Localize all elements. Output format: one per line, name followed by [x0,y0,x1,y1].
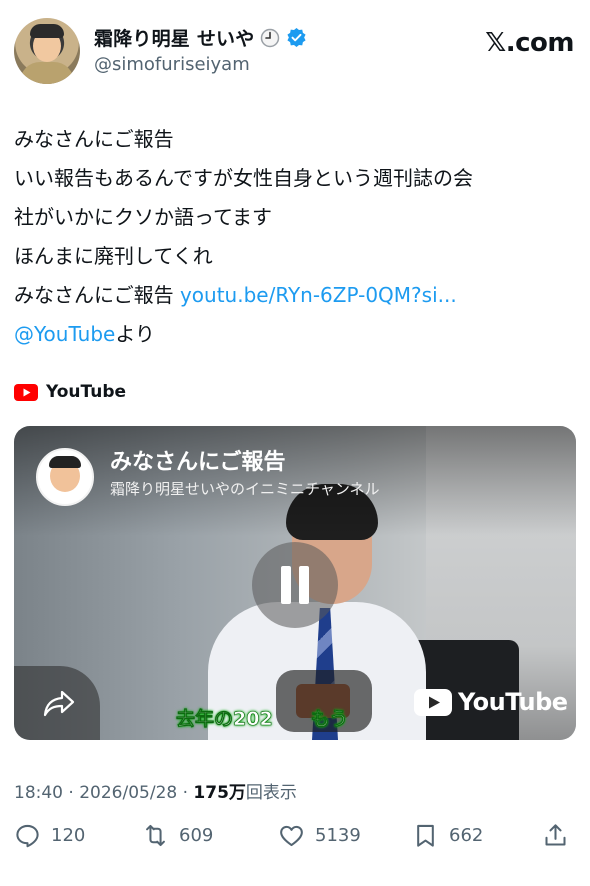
bookmark-icon [417,824,434,847]
video-title[interactable]: みなさんにご報告 [110,444,286,476]
tweet-line-with-link: みなさんにご報告 youtu.be/RYn-6ZP-0QM?si... [14,276,580,315]
pause-icon-bar [281,566,291,604]
channel-logo[interactable] [36,448,94,506]
tweet-line: いい報告もあるんですが女性自身という週刊誌の会 [14,166,473,190]
bookmark-button[interactable]: 662 [412,822,483,849]
meta-separator: · [68,783,80,803]
youtube-icon [14,383,38,401]
youtube-watermark[interactable]: YouTube [414,688,568,716]
youtube-link[interactable]: youtu.be/RYn-6ZP-0QM?si... [180,283,457,307]
card-source: YouTube [14,382,126,402]
pause-button[interactable] [252,542,338,628]
channel-logo-hair [49,456,81,468]
tweet-line: みなさんにご報告 [14,127,174,151]
repost-icon [146,824,165,847]
youtube-watermark-label: YouTube [458,688,568,716]
avatar-suit [20,62,74,84]
share-tweet-button[interactable] [542,822,569,849]
repost-button[interactable]: 609 [142,822,213,849]
view-label: 回表示 [245,783,297,803]
heart-icon [280,825,303,847]
repost-count: 609 [179,825,214,846]
name-row: 霜降り明星 せいや [94,24,307,51]
action-bar: 120 609 5139 662 [14,822,576,862]
x-com-logo: 𝕏.com [485,28,574,58]
youtube-play-icon [414,688,452,716]
tweet-text: みなさんにご報告 いい報告もあるんですが女性自身という週刊誌の会 社がいかにクソ… [14,120,580,354]
share-upload-icon [545,824,566,846]
mention-link[interactable]: @YouTube [14,322,115,346]
video-player[interactable]: みなさんにご報告 霜降り明星せいやのイニミニチャンネル 去年の202 もう Yo… [14,426,576,740]
tweet-line: 社がいかにクソか語ってます [14,205,272,229]
pause-icon-bar [299,566,309,604]
verified-badge-icon [287,27,306,48]
share-arrow-icon [43,690,75,717]
tweet-header: 霜降り明星 せいや @simofuriseiyam 𝕏.com [14,16,576,88]
tweet-time[interactable]: 18:40 [14,783,63,803]
share-button[interactable] [14,666,100,740]
like-button[interactable]: 5139 [278,822,361,849]
avatar[interactable] [14,18,80,84]
reply-icon [16,824,39,848]
handle[interactable]: @simofuriseiyam [94,54,250,75]
video-channel-name[interactable]: 霜降り明星せいやのイニミニチャンネル [110,478,380,499]
meta-separator: · [182,783,194,803]
video-subtitle: 去年の202 もう [176,708,349,731]
tweet-line-mention: @YouTubeより [14,315,580,354]
tweet-line-text: みなさんにご報告 [14,283,180,307]
tweet-date[interactable]: 2026/05/28 [79,783,177,803]
display-name[interactable]: 霜降り明星 せいや [94,24,254,51]
view-count: 175万 [193,783,246,803]
tweet-line: ほんまに廃刊してくれ [14,244,213,268]
reply-button[interactable]: 120 [14,822,85,849]
tweet-meta: 18:40 · 2026/05/28 · 175万回表示 [14,778,297,803]
avatar-hair [30,24,64,38]
card-source-label: YouTube [46,382,127,402]
clock-icon [261,28,280,47]
mention-suffix: より [115,322,155,346]
like-count: 5139 [315,825,361,846]
bookmark-count: 662 [449,825,484,846]
reply-count: 120 [51,825,86,846]
